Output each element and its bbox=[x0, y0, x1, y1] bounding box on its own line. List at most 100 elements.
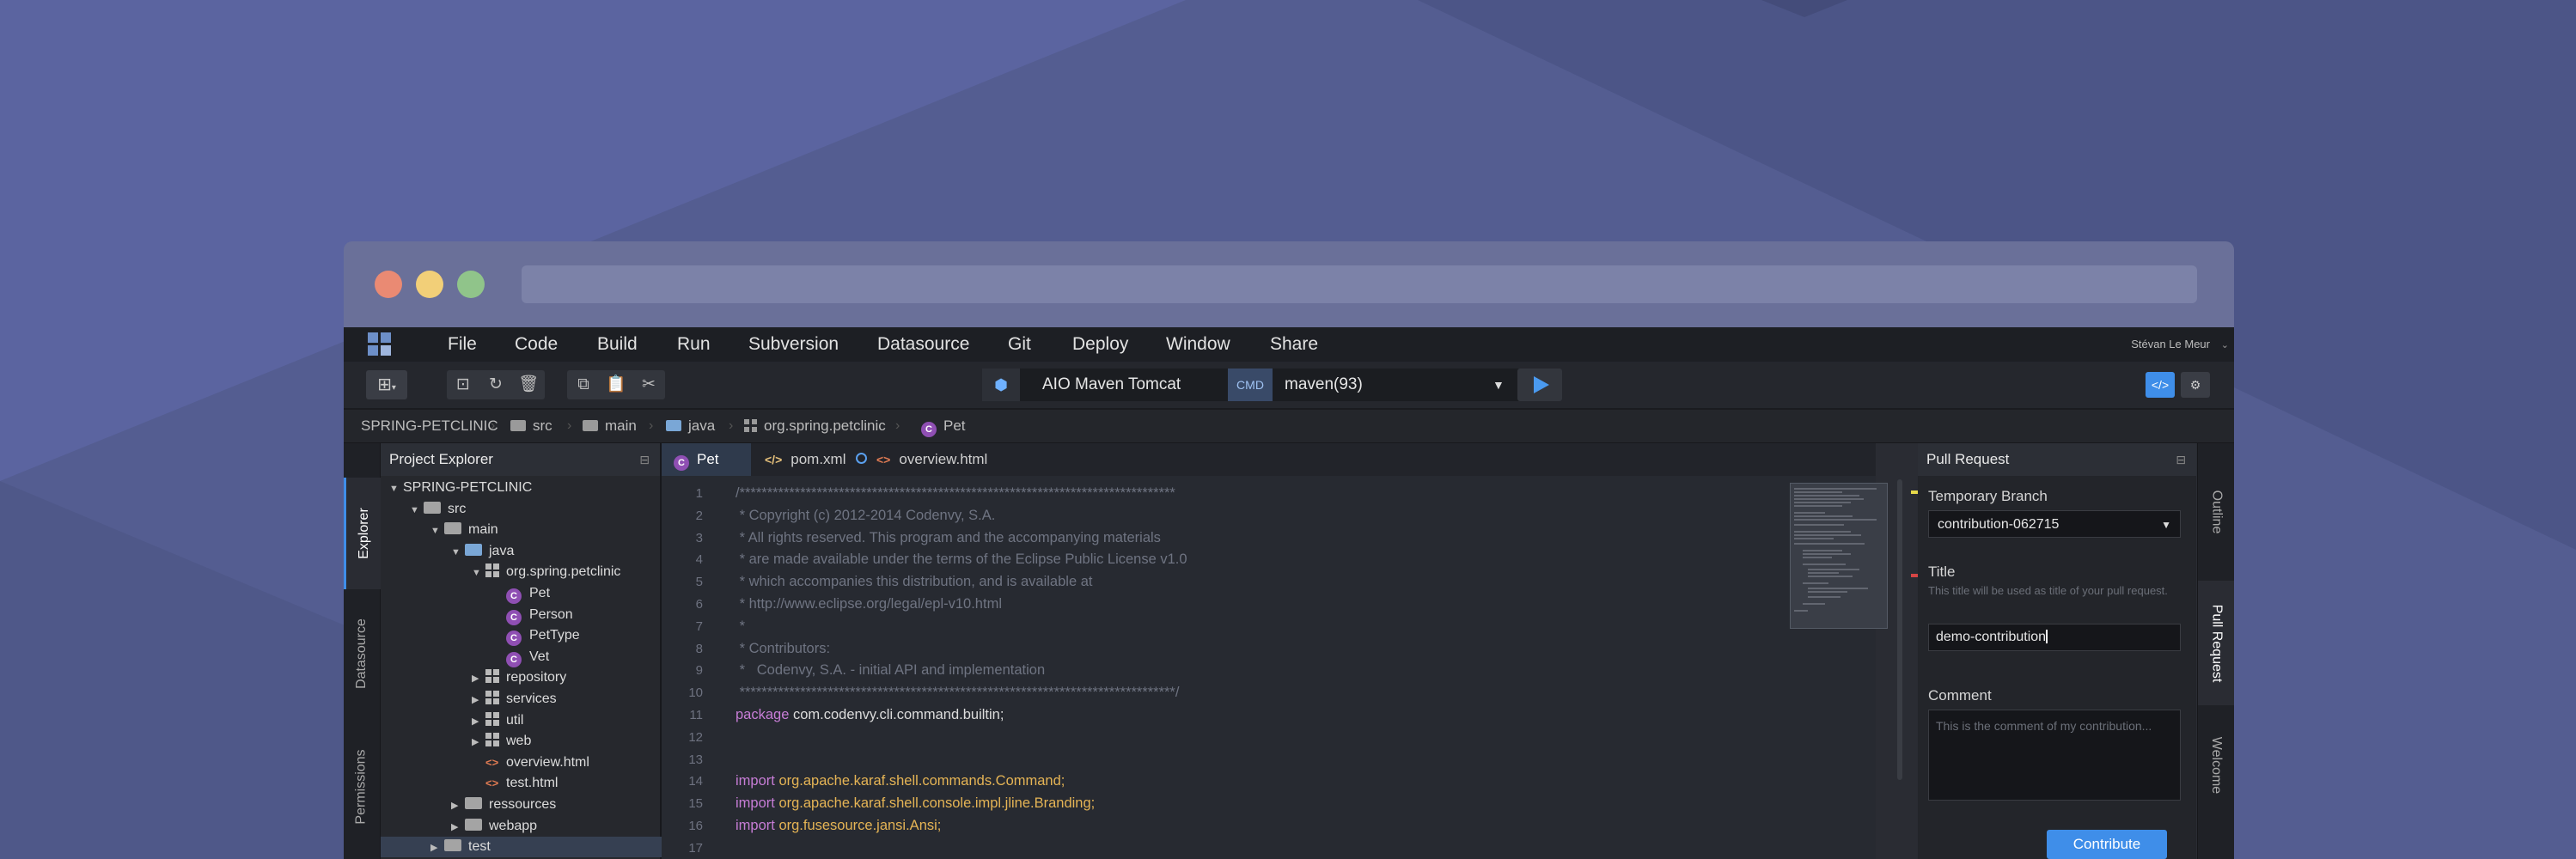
menu-share[interactable]: Share bbox=[1270, 327, 1318, 362]
copy-icon[interactable]: ⧉ bbox=[569, 370, 598, 399]
close-window-button[interactable] bbox=[375, 271, 402, 298]
code-line[interactable]: ****************************************… bbox=[736, 682, 1180, 704]
code-token: ****************************************… bbox=[736, 685, 1180, 701]
delete-icon[interactable]: 🗑 bbox=[514, 370, 543, 399]
tab-datasource[interactable]: Datasource bbox=[344, 598, 380, 710]
code-line[interactable]: * All rights reserved. This program and … bbox=[736, 527, 1161, 549]
chevron-right-icon[interactable]: ▶ bbox=[430, 838, 444, 858]
code-line[interactable]: * bbox=[736, 616, 745, 637]
chevron-down-icon[interactable]: ▼ bbox=[389, 478, 403, 499]
chevron-right-icon[interactable]: ▶ bbox=[472, 690, 485, 710]
paste-icon[interactable]: 📋 bbox=[601, 370, 631, 399]
code-token: org.apache.karaf.shell.console.impl.jlin… bbox=[778, 795, 1096, 812]
tree-item[interactable]: ▶ test bbox=[381, 837, 710, 858]
maximize-window-button[interactable] bbox=[457, 271, 485, 298]
menu-file[interactable]: File bbox=[448, 327, 477, 362]
menu-window[interactable]: Window bbox=[1166, 327, 1230, 362]
package-icon bbox=[485, 691, 499, 704]
code-line[interactable]: /***************************************… bbox=[736, 483, 1175, 504]
package-icon bbox=[485, 733, 499, 747]
breadcrumb-src[interactable]: src bbox=[510, 410, 552, 442]
run-configuration[interactable]: ⬢ AIO Maven Tomcat CMD maven(93) ▼ bbox=[982, 369, 1527, 401]
chevron-down-icon[interactable]: ▼ bbox=[1492, 369, 1505, 401]
menu-subversion[interactable]: Subversion bbox=[748, 327, 839, 362]
editor-tab-pom[interactable]: </> pom.xml bbox=[751, 443, 868, 476]
menu-git[interactable]: Git bbox=[1008, 327, 1031, 362]
machines-icon[interactable]: ⚙ bbox=[2181, 372, 2210, 398]
code-minimap[interactable] bbox=[1790, 483, 1888, 629]
minimize-window-button[interactable] bbox=[416, 271, 443, 298]
tab-permissions[interactable]: Permissions bbox=[344, 722, 380, 851]
tree-item[interactable]: ▼ SPRING-PETCLINIC bbox=[381, 478, 668, 498]
code-line[interactable]: import org.apache.karaf.shell.commands.C… bbox=[736, 771, 1065, 792]
address-bar[interactable] bbox=[522, 265, 2197, 303]
code-line[interactable]: package com.codenvy.cli.command.builtin; bbox=[736, 704, 1004, 726]
code-line[interactable]: * Codenvy, S.A. - initial API and implem… bbox=[736, 660, 1046, 681]
tree-item-label: webapp bbox=[489, 818, 538, 833]
chevron-right-icon[interactable]: ▶ bbox=[472, 732, 485, 752]
cmd-badge: CMD bbox=[1228, 369, 1273, 401]
chevron-down-icon[interactable]: ▼ bbox=[472, 563, 485, 583]
editor-tab-pet[interactable]: C Pet bbox=[662, 443, 751, 476]
new-file-button[interactable]: ⊞▾ bbox=[366, 370, 407, 399]
code-token: com.codenvy.cli.command.builtin; bbox=[792, 707, 1004, 722]
breadcrumb-project[interactable]: SPRING-PETCLINIC bbox=[361, 410, 498, 442]
editor-tab-overview[interactable]: <> overview.html bbox=[866, 443, 1004, 476]
editor-scrollbar[interactable] bbox=[1897, 479, 1902, 780]
tree-item[interactable]: ▼ main bbox=[381, 520, 710, 540]
minimize-panel-icon[interactable]: ⊟ bbox=[2176, 443, 2186, 476]
breadcrumb-main[interactable]: main bbox=[583, 410, 637, 442]
tab-welcome[interactable]: Welcome bbox=[2198, 714, 2234, 817]
code-line[interactable]: * http://www.eclipse.org/legal/epl-v10.h… bbox=[736, 594, 1002, 615]
comment-textarea[interactable]: This is the comment of my contribution..… bbox=[1928, 710, 2181, 801]
refresh-icon[interactable]: ↻ bbox=[481, 370, 510, 399]
code-line[interactable]: * are made available under the terms of … bbox=[736, 549, 1187, 570]
breadcrumb-package[interactable]: org.spring.petclinic bbox=[744, 410, 886, 442]
line-number: 7 bbox=[695, 618, 703, 634]
tab-outline[interactable]: Outline bbox=[2198, 452, 2234, 572]
chevron-right-icon[interactable]: ▶ bbox=[472, 711, 485, 732]
chevron-right-icon: › bbox=[649, 418, 654, 433]
code-line[interactable]: * which accompanies this distribution, a… bbox=[736, 571, 1093, 593]
run-target-name[interactable]: AIO Maven Tomcat bbox=[1042, 369, 1181, 401]
user-menu[interactable]: Stévan Le Meur bbox=[2131, 327, 2210, 362]
chevron-right-icon[interactable]: ▶ bbox=[451, 795, 465, 816]
tree-item-label: Person bbox=[529, 606, 573, 622]
chevron-down-icon[interactable]: ▼ bbox=[430, 521, 444, 541]
code-area[interactable]: /***************************************… bbox=[736, 476, 1810, 859]
minimize-panel-icon[interactable]: ⊟ bbox=[639, 443, 650, 476]
tab-explorer[interactable]: Explorer bbox=[344, 478, 382, 589]
chevron-down-icon[interactable]: ⌄ bbox=[2221, 339, 2229, 350]
tree-item[interactable]: ▼ src bbox=[381, 499, 689, 520]
branch-select[interactable]: contribution-062715 ▼ bbox=[1928, 510, 2181, 538]
run-button[interactable] bbox=[1517, 369, 1562, 401]
menu-run[interactable]: Run bbox=[677, 327, 711, 362]
menu-deploy[interactable]: Deploy bbox=[1072, 327, 1128, 362]
line-number: 17 bbox=[688, 840, 703, 856]
chevron-down-icon[interactable]: ▼ bbox=[410, 500, 424, 521]
code-view-icon[interactable]: </> bbox=[2146, 372, 2175, 398]
contribute-button[interactable]: Contribute bbox=[2047, 830, 2167, 859]
import-icon[interactable]: ⊡ bbox=[449, 370, 478, 399]
code-line[interactable]: * Contributors: bbox=[736, 638, 830, 660]
chevron-down-icon[interactable]: ▼ bbox=[451, 542, 465, 563]
breadcrumb-class[interactable]: C Pet bbox=[921, 410, 966, 442]
code-token: org.fusesource.jansi.Ansi; bbox=[778, 818, 942, 833]
class-icon: C bbox=[674, 455, 689, 471]
tab-pull-request[interactable]: Pull Request bbox=[2198, 581, 2234, 705]
command-select[interactable]: maven(93) bbox=[1285, 369, 1363, 401]
title-input[interactable]: demo-contribution bbox=[1928, 624, 2181, 651]
chevron-right-icon[interactable]: ▶ bbox=[451, 817, 465, 838]
chevron-right-icon[interactable]: ▶ bbox=[472, 668, 485, 689]
code-line[interactable]: import org.apache.karaf.shell.console.im… bbox=[736, 793, 1095, 814]
menu-code[interactable]: Code bbox=[515, 327, 558, 362]
menu-datasource[interactable]: Datasource bbox=[877, 327, 969, 362]
code-line[interactable]: * Copyright (c) 2012-2014 Codenvy, S.A. bbox=[736, 505, 996, 527]
code-line[interactable]: import org.fusesource.jansi.Ansi; bbox=[736, 815, 941, 837]
java-folder-icon bbox=[666, 420, 681, 431]
text-cursor bbox=[2046, 630, 2048, 643]
breadcrumb-java[interactable]: java bbox=[666, 410, 715, 442]
menu-build[interactable]: Build bbox=[597, 327, 638, 362]
codenvy-logo-icon bbox=[368, 332, 392, 356]
cut-icon[interactable]: ✂ bbox=[634, 370, 663, 399]
